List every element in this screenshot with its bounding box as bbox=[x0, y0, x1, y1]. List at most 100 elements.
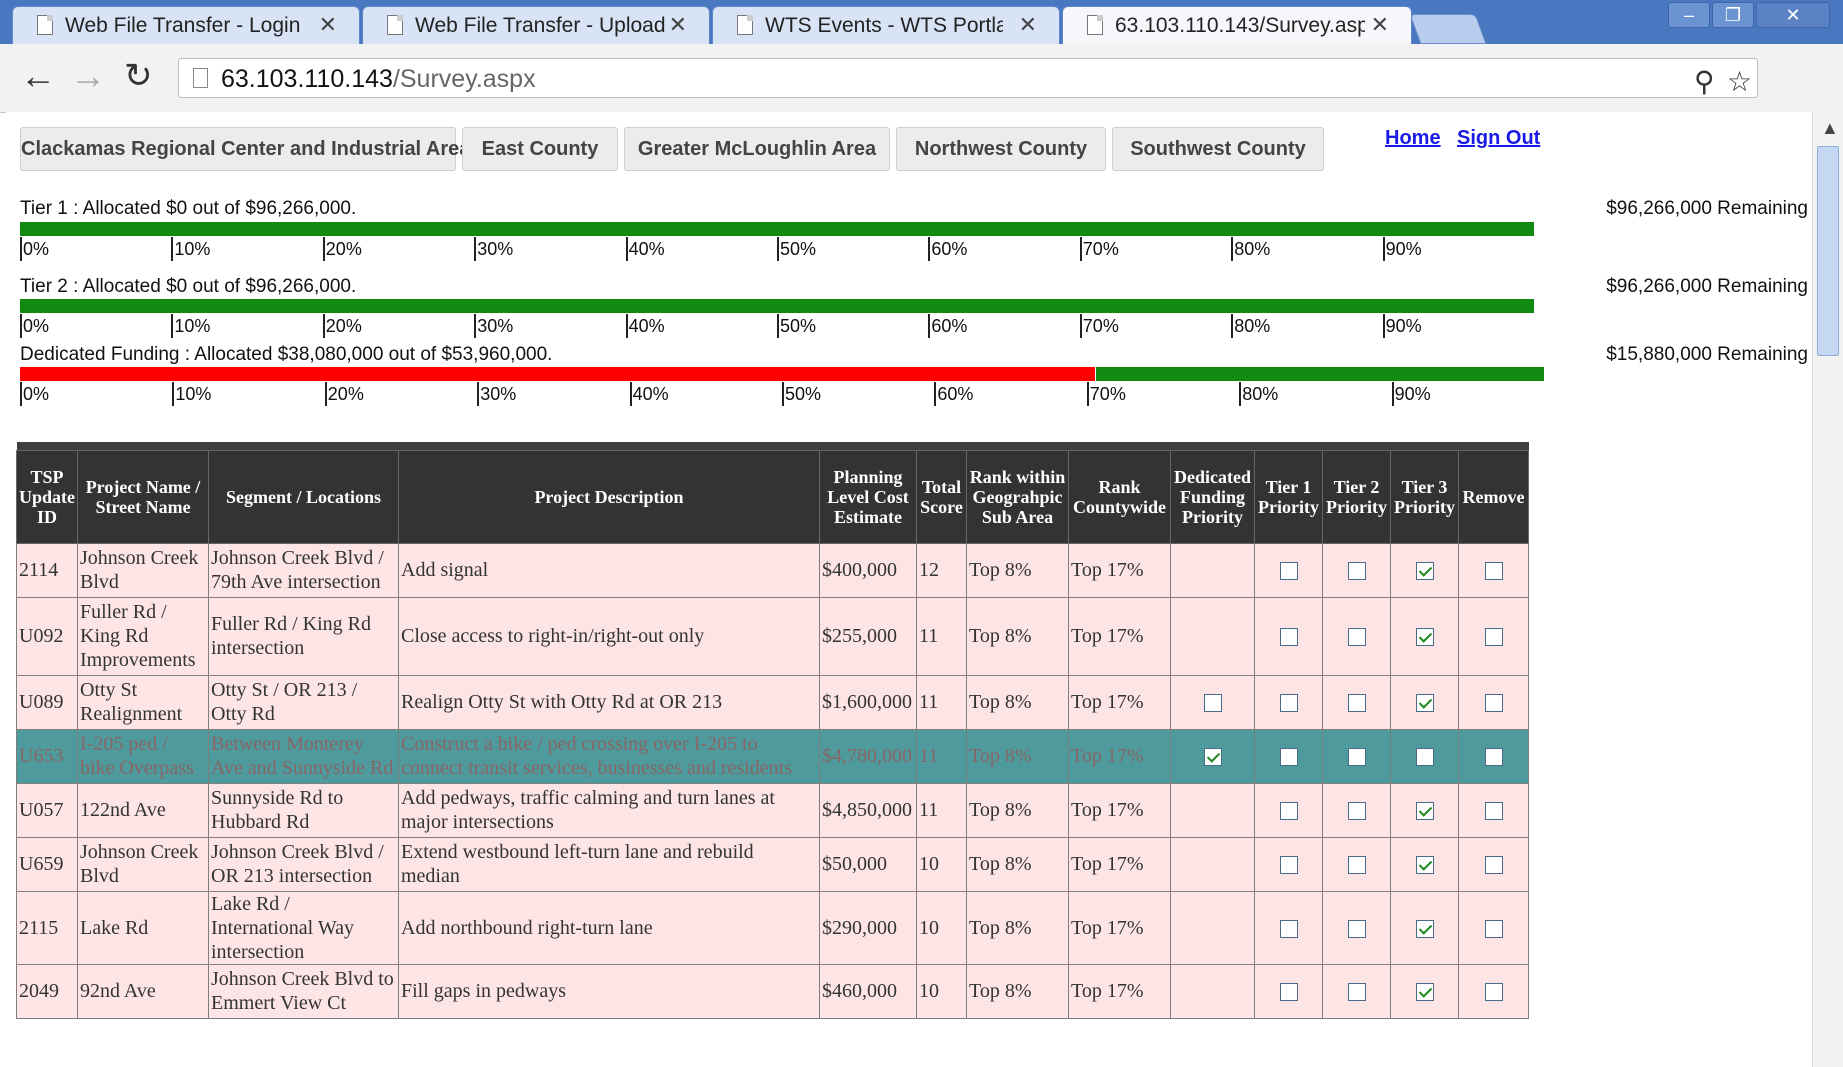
cell-name: 122nd Ave bbox=[77, 782, 209, 838]
remove-checkbox[interactable] bbox=[1484, 802, 1503, 821]
bookmark-star-icon[interactable]: ☆ bbox=[1727, 65, 1752, 98]
tier2-checkbox[interactable] bbox=[1347, 748, 1366, 767]
close-icon[interactable]: ✕ bbox=[669, 12, 687, 38]
tab-survey[interactable]: 63.103.110.143/Survey.asp ✕ bbox=[1062, 6, 1412, 44]
remove-checkbox[interactable] bbox=[1484, 919, 1503, 938]
cell-tier2 bbox=[1322, 542, 1391, 598]
column-header: Tier 2 Priority bbox=[1322, 449, 1391, 544]
tier2-checkbox[interactable] bbox=[1347, 856, 1366, 875]
cell-rank-county: Top 17% bbox=[1068, 890, 1171, 965]
column-header: Project Name / Street Name bbox=[77, 449, 209, 544]
tier1-checkbox[interactable] bbox=[1279, 628, 1298, 647]
area-button-clackamas[interactable]: Clackamas Regional Center and Industrial… bbox=[20, 127, 470, 171]
table-row[interactable]: 2114 Johnson Creek Blvd Johnson Creek Blvd… bbox=[16, 542, 1529, 598]
cell-desc: Realign Otty St with Otty Rd at OR 213 bbox=[398, 674, 820, 730]
cell-tier2 bbox=[1322, 890, 1391, 965]
scale-tick: 0% bbox=[20, 314, 49, 338]
new-tab-button[interactable] bbox=[1409, 14, 1487, 44]
tier3-checkbox[interactable] bbox=[1415, 919, 1434, 938]
tab-wts-events[interactable]: WTS Events - WTS Portland ✕ bbox=[712, 6, 1060, 44]
tier3-checkbox[interactable] bbox=[1415, 983, 1434, 1002]
dedicated-checkbox[interactable] bbox=[1203, 748, 1222, 767]
sign-out-link[interactable]: Sign Out bbox=[1457, 127, 1540, 150]
browser-tab-bar: Web File Transfer - Login ✕ Web File Tra… bbox=[0, 0, 1843, 44]
cell-rank-sub: Top 8% bbox=[966, 542, 1069, 598]
column-header: Tier 1 Priority bbox=[1254, 449, 1323, 544]
area-button-northwest[interactable]: Northwest County bbox=[896, 127, 1106, 171]
back-arrow-icon[interactable]: ← bbox=[20, 58, 56, 94]
url-text[interactable]: 63.103.110.143/Survey.aspx bbox=[221, 65, 536, 94]
tier3-checkbox[interactable] bbox=[1415, 856, 1434, 875]
column-header: Dedicated Funding Priority bbox=[1170, 449, 1255, 544]
window-close-button[interactable]: ✕ bbox=[1756, 2, 1830, 28]
tab-upload[interactable]: Web File Transfer - Upload ✕ bbox=[362, 6, 710, 44]
tier3-checkbox[interactable] bbox=[1415, 802, 1434, 821]
remove-checkbox[interactable] bbox=[1484, 748, 1503, 767]
tier1-checkbox[interactable] bbox=[1279, 562, 1298, 581]
tier3-checkbox[interactable] bbox=[1415, 748, 1434, 767]
table-row[interactable]: U057 122nd Ave Sunnyside Rd to Hubbard Rd A… bbox=[16, 782, 1529, 838]
reload-icon[interactable]: ↻ bbox=[124, 58, 153, 94]
remove-checkbox[interactable] bbox=[1484, 694, 1503, 713]
tier2-checkbox[interactable] bbox=[1347, 919, 1366, 938]
tab-login[interactable]: Web File Transfer - Login ✕ bbox=[12, 6, 360, 44]
cell-remove bbox=[1458, 674, 1529, 730]
tier1-checkbox[interactable] bbox=[1279, 983, 1298, 1002]
home-link[interactable]: Home bbox=[1385, 127, 1441, 150]
table-row[interactable]: U089 Otty St Realignment Otty St / OR 213 … bbox=[16, 674, 1529, 730]
forward-arrow-icon[interactable]: → bbox=[70, 58, 106, 94]
table-row[interactable]: 2049 92nd Ave Johnson Creek Blvd to Emmert… bbox=[16, 963, 1529, 1019]
remove-checkbox[interactable] bbox=[1484, 856, 1503, 875]
area-button-southwest[interactable]: Southwest County bbox=[1112, 127, 1324, 171]
tier1-checkbox[interactable] bbox=[1279, 748, 1298, 767]
tier3-checkbox[interactable] bbox=[1415, 628, 1434, 647]
dedicated-checkbox[interactable] bbox=[1203, 694, 1222, 713]
remove-checkbox[interactable] bbox=[1484, 562, 1503, 581]
dedicated-percent-scale: 0% 10% 20% 30% 40% 50% 60% 70% 80% 90% bbox=[20, 382, 1544, 406]
tier2-checkbox[interactable] bbox=[1347, 694, 1366, 713]
area-button-east-county[interactable]: East County bbox=[462, 127, 618, 171]
tier2-checkbox[interactable] bbox=[1347, 562, 1366, 581]
scroll-up-arrow-icon[interactable]: ▲ bbox=[1821, 118, 1839, 139]
table-row[interactable]: U092 Fuller Rd / King Rd Improvements Full… bbox=[16, 596, 1529, 676]
column-header: Remove bbox=[1458, 449, 1529, 544]
tier1-checkbox[interactable] bbox=[1279, 919, 1298, 938]
tier2-checkbox[interactable] bbox=[1347, 983, 1366, 1002]
vertical-scrollbar[interactable]: ▲ bbox=[1812, 112, 1843, 1067]
minimize-button[interactable]: – bbox=[1668, 2, 1710, 28]
close-icon[interactable]: ✕ bbox=[1019, 12, 1037, 38]
tier3-checkbox[interactable] bbox=[1415, 562, 1434, 581]
scrollbar-thumb[interactable] bbox=[1817, 146, 1839, 356]
tier1-checkbox[interactable] bbox=[1279, 694, 1298, 713]
cell-desc: Close access to right-in/right-out only bbox=[398, 596, 820, 676]
remove-checkbox[interactable] bbox=[1484, 983, 1503, 1002]
tab-title: WTS Events - WTS Portland bbox=[765, 14, 1003, 37]
area-button-mcloughlin[interactable]: Greater McLoughlin Area bbox=[624, 127, 890, 171]
search-icon[interactable]: ⚲ bbox=[1694, 65, 1715, 98]
tier1-checkbox[interactable] bbox=[1279, 802, 1298, 821]
tier2-checkbox[interactable] bbox=[1347, 802, 1366, 821]
cell-rank-county: Top 17% bbox=[1068, 782, 1171, 838]
cell-dedicated bbox=[1170, 674, 1255, 730]
cell-tier3 bbox=[1390, 890, 1459, 965]
remove-checkbox[interactable] bbox=[1484, 628, 1503, 647]
scale-tick: 90% bbox=[1382, 314, 1422, 338]
cell-desc: Add northbound right-turn lane bbox=[398, 890, 820, 965]
table-row[interactable]: U653 I-205 ped / bike Overpass Between Mon… bbox=[16, 728, 1529, 784]
cell-tier2 bbox=[1322, 836, 1391, 892]
table-row[interactable]: U659 Johnson Creek Blvd Johnson Creek Blvd… bbox=[16, 836, 1529, 892]
tier2-checkbox[interactable] bbox=[1347, 628, 1366, 647]
address-bar[interactable]: 63.103.110.143/Survey.aspx ⚲ ☆ bbox=[178, 58, 1758, 98]
maximize-button[interactable]: ❐ bbox=[1712, 2, 1754, 28]
cell-tier2 bbox=[1322, 782, 1391, 838]
tier3-checkbox[interactable] bbox=[1415, 694, 1434, 713]
table-row[interactable]: 2115 Lake Rd Lake Rd / International Way i… bbox=[16, 890, 1529, 965]
cell-dedicated bbox=[1170, 890, 1255, 965]
cell-desc: Extend westbound left-turn lane and rebu… bbox=[398, 836, 820, 892]
close-icon[interactable]: ✕ bbox=[319, 12, 337, 38]
cell-segment: Johnson Creek Blvd to Emmert View Ct bbox=[208, 963, 399, 1019]
cell-tier3 bbox=[1390, 963, 1459, 1019]
close-icon[interactable]: ✕ bbox=[1371, 12, 1389, 38]
cell-id: 2115 bbox=[16, 890, 78, 965]
tier1-checkbox[interactable] bbox=[1279, 856, 1298, 875]
